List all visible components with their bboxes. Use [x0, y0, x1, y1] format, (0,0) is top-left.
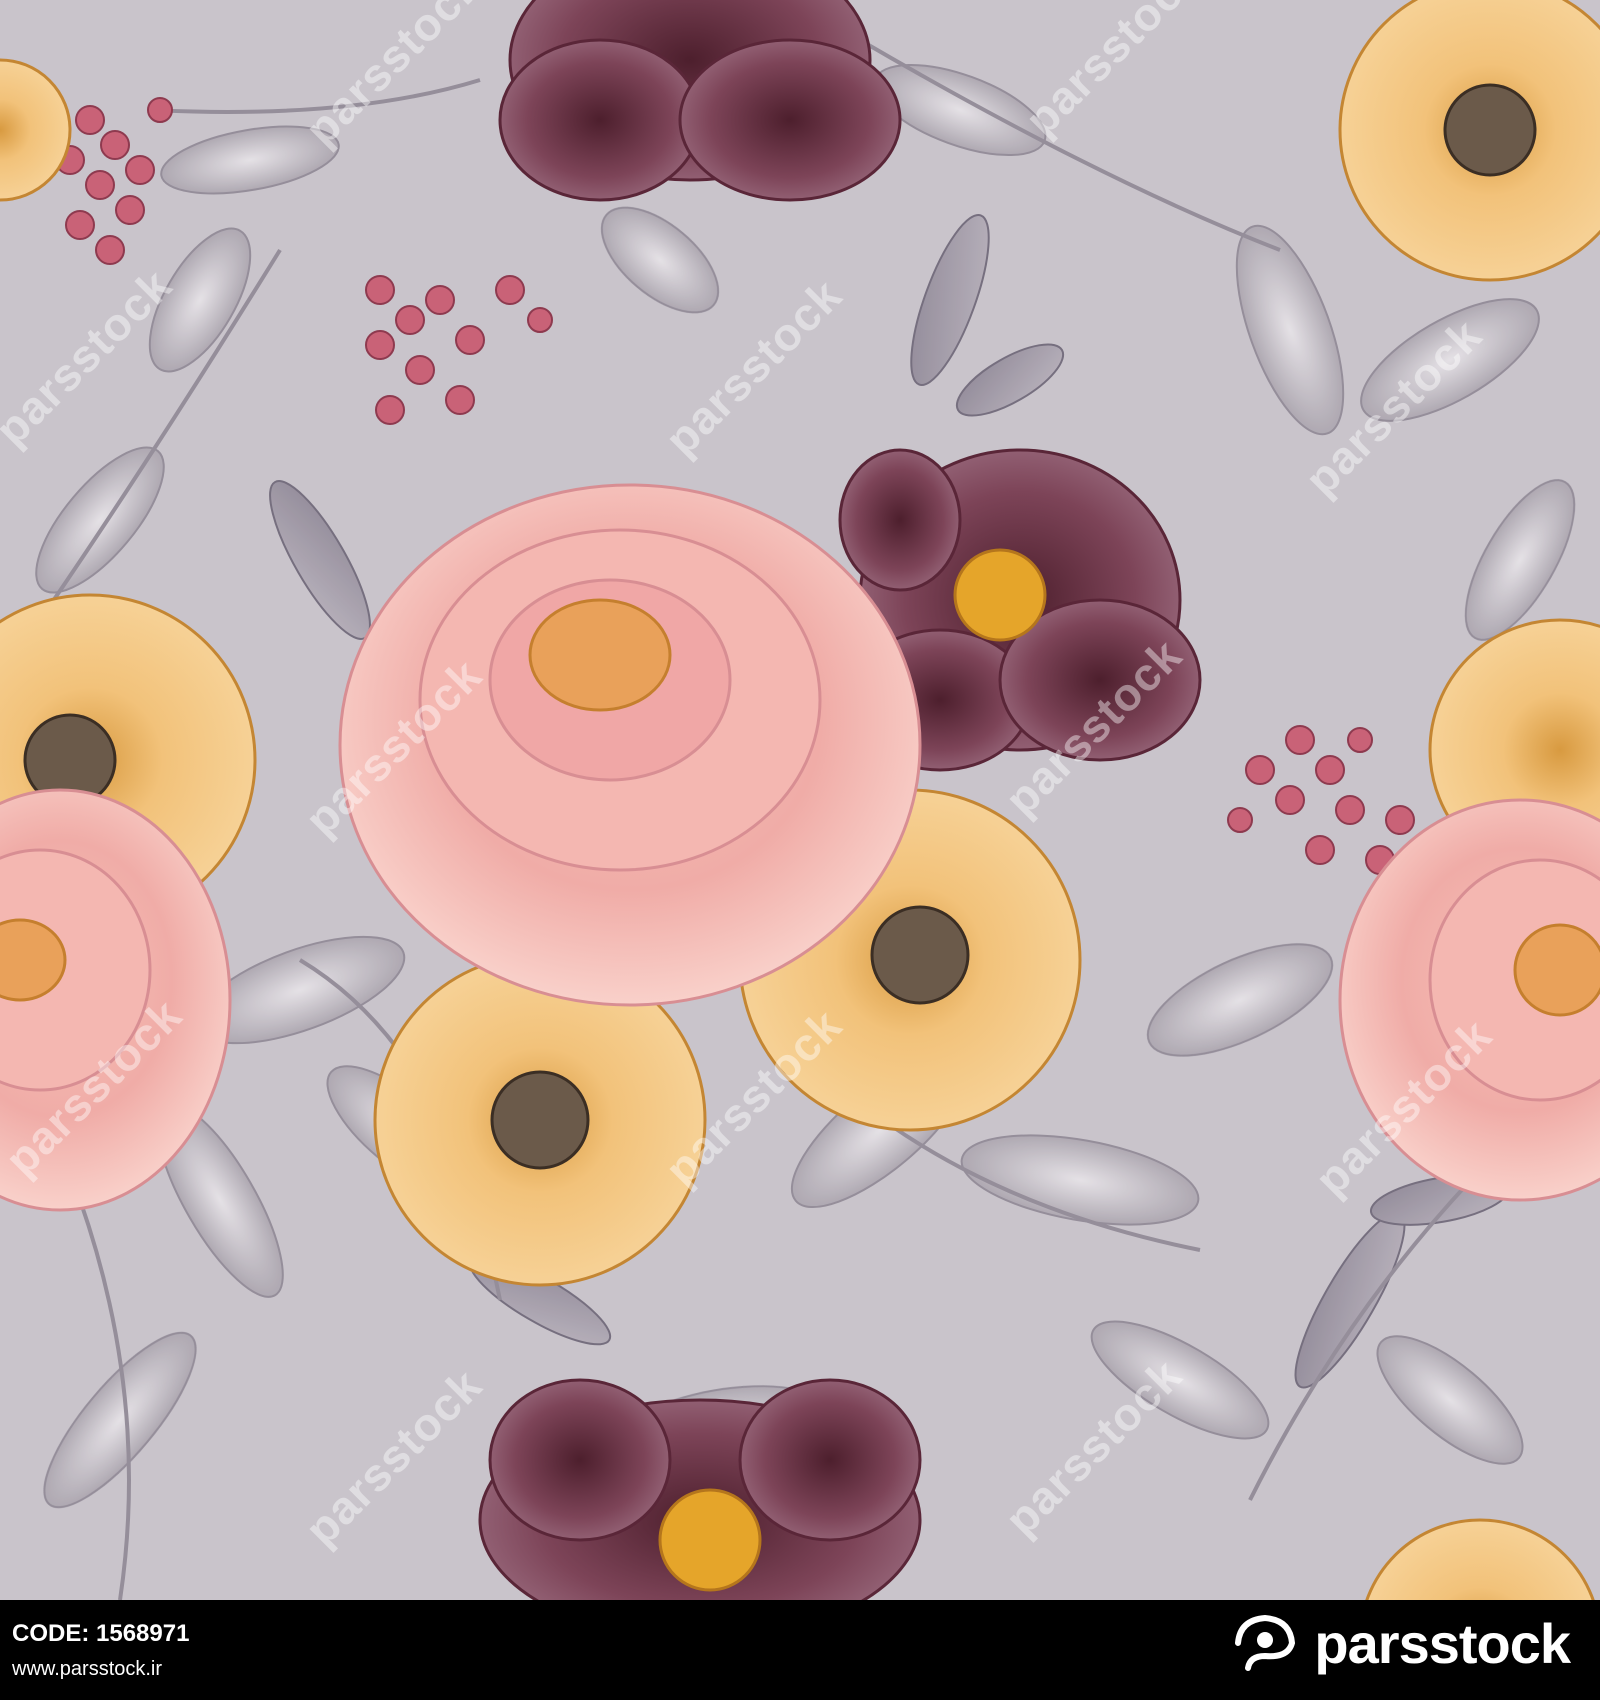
burgundy-flower-top — [498, 0, 902, 202]
berry-cluster-center — [365, 275, 553, 425]
berry-cluster-right — [1227, 725, 1415, 875]
pink-rose-center — [338, 483, 922, 1007]
yellow-flower-bottom-right — [1365, 1518, 1595, 1600]
code-value: 1568971 — [96, 1620, 190, 1647]
pink-roses — [0, 483, 1600, 1212]
floral-artwork: parsstock parsstock parsstock parsstock … — [0, 0, 1600, 1600]
floral-illustration — [0, 0, 1600, 1600]
yellow-flower-top-left — [0, 58, 72, 202]
yellow-flower-top-right — [1338, 0, 1600, 282]
site-url: www.parsstock.ir — [12, 1658, 163, 1680]
code-label: CODE: — [12, 1620, 90, 1647]
image-code: CODE: 1568971 — [12, 1620, 189, 1648]
brand-name: parsstock — [1314, 1611, 1571, 1675]
footer-bar: CODE: 1568971 www.parsstock.ir parsstock — [0, 1600, 1600, 1700]
burgundy-flower-bottom — [478, 1378, 922, 1600]
brand-mark-icon — [1235, 1614, 1296, 1671]
berry-cluster-top-left — [55, 97, 173, 265]
brand-logo: parsstock — [1230, 1608, 1571, 1678]
